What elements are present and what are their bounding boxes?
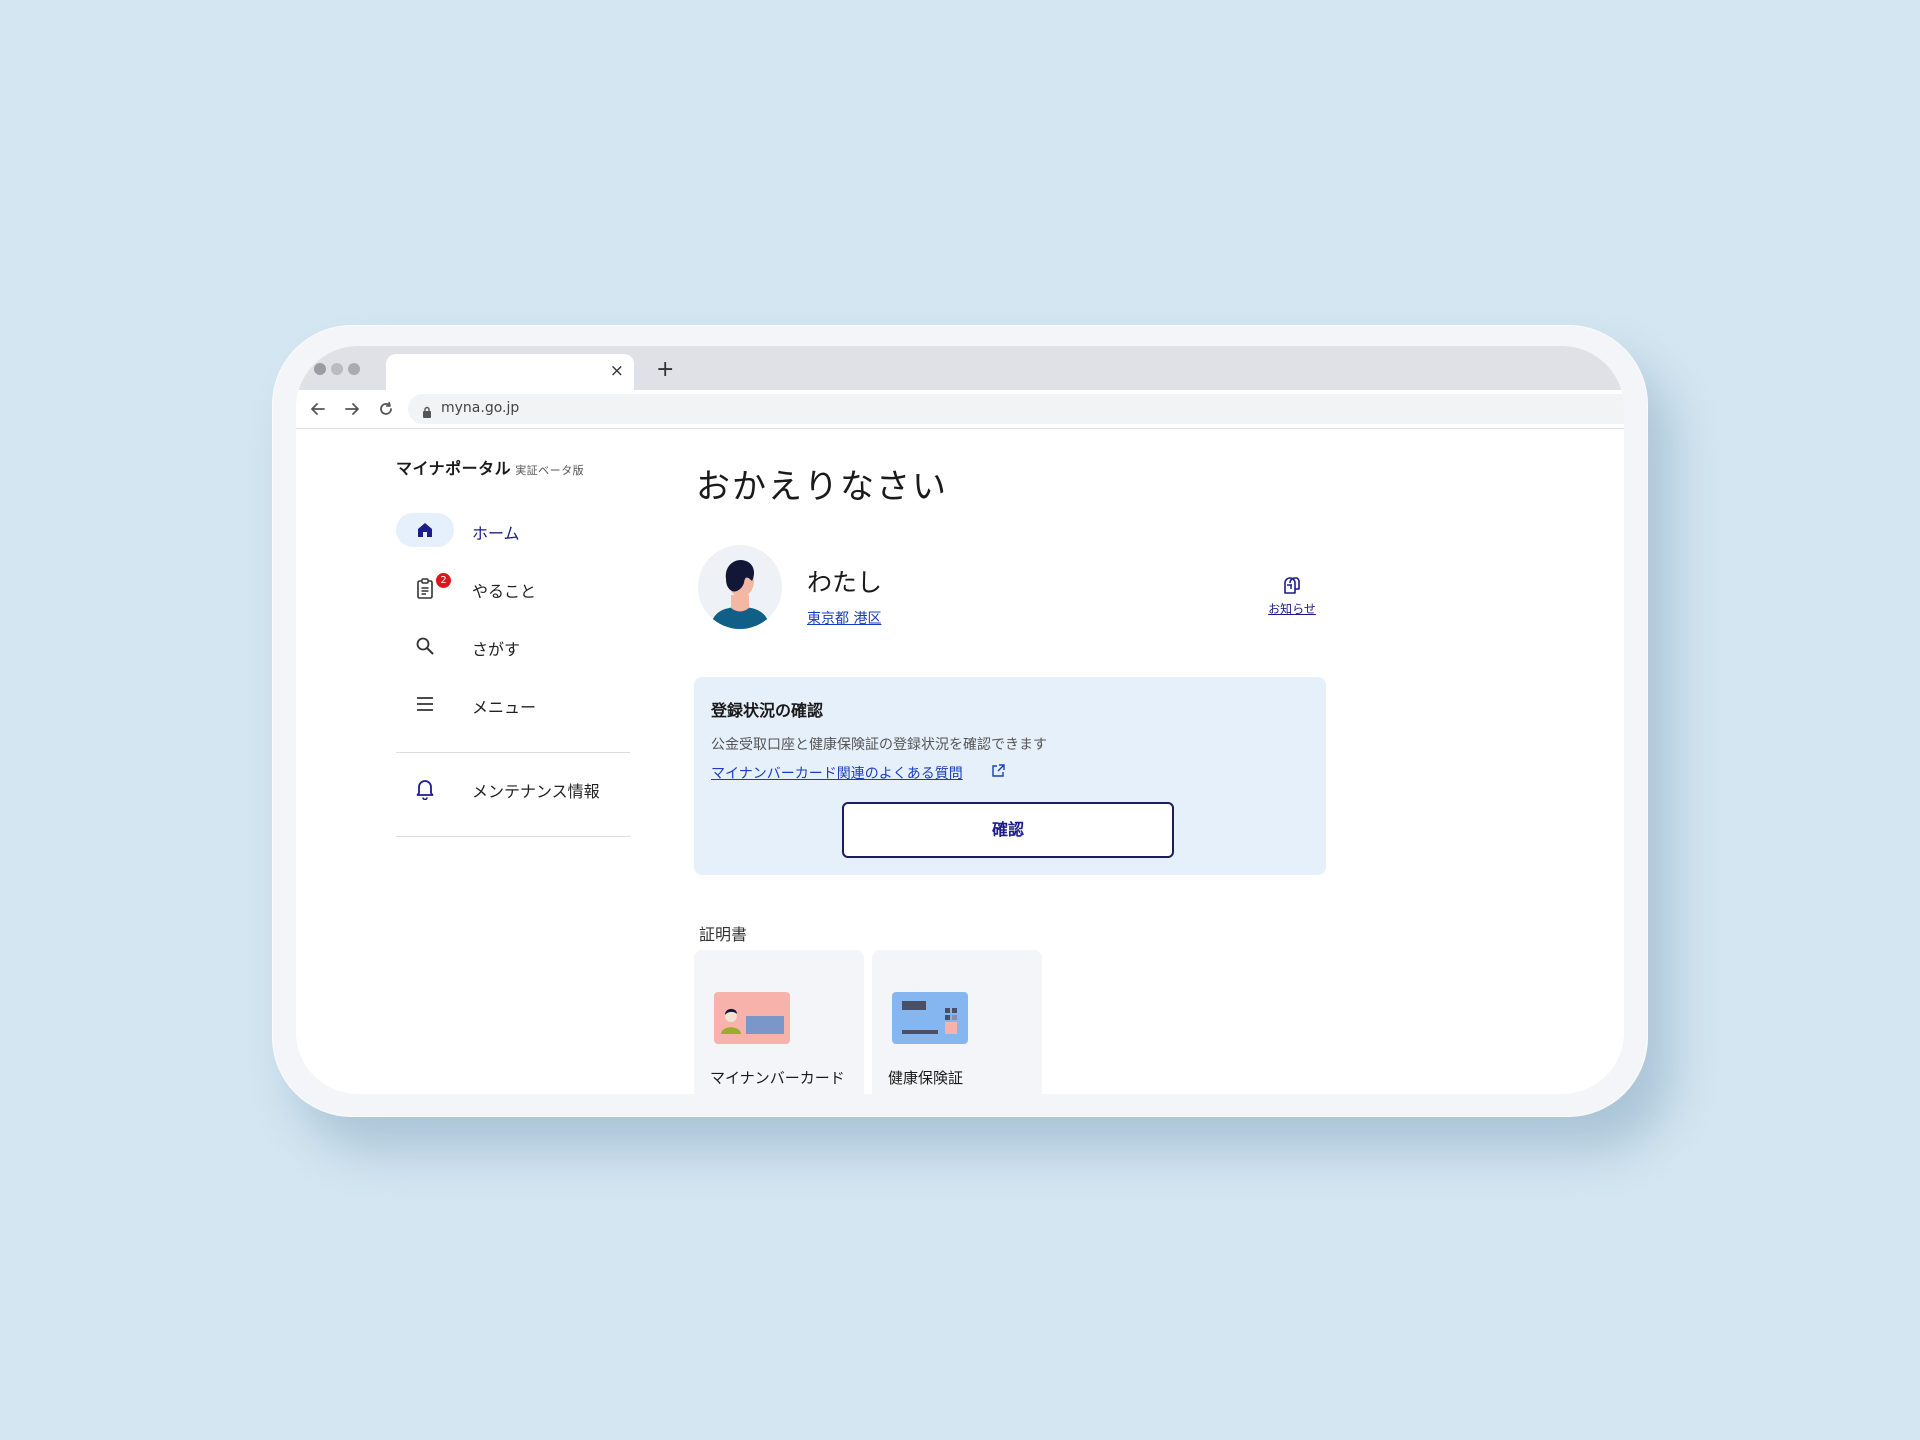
sidebar-item-label: メニュー (472, 698, 537, 717)
user-location-link[interactable]: 東京都 港区 (807, 608, 881, 628)
reload-icon[interactable] (376, 399, 396, 419)
forward-arrow-icon[interactable] (342, 399, 362, 419)
address-bar[interactable]: myna.go.jp (408, 394, 1624, 424)
tab-close-icon[interactable]: × (610, 360, 624, 382)
avatar[interactable] (698, 545, 782, 629)
lock-icon (422, 403, 432, 422)
browser-tab[interactable]: × (386, 354, 634, 390)
menu-icon (396, 687, 454, 721)
user-name: わたし (807, 568, 883, 597)
sidebar-item-maintenance[interactable]: メンテナンス情報 (396, 771, 631, 807)
url-text: myna.go.jp (441, 400, 520, 416)
sidebar-item-menu[interactable]: メニュー (396, 687, 631, 723)
new-tab-button[interactable]: + (656, 359, 674, 381)
sidebar-divider (396, 836, 630, 837)
sidebar-divider (396, 752, 630, 753)
back-arrow-icon[interactable] (308, 399, 328, 419)
cert-label: 健康保険証 (888, 1069, 964, 1087)
cert-label: マイナンバーカード (710, 1069, 845, 1087)
tab-bar: × + (296, 346, 1624, 390)
sidebar-item-label: ホーム (472, 524, 520, 543)
mailbox-icon (1284, 577, 1300, 594)
mynumber-card-icon (714, 992, 790, 1048)
sidebar-item-label: さがす (472, 640, 521, 659)
registration-status-card: 登録状況の確認 公金受取口座と健康保険証の登録状況を確認できます マイナンバーカ… (694, 677, 1326, 875)
brand-sub: 実証ベータ版 (515, 464, 585, 477)
health-insurance-card-icon (892, 992, 968, 1048)
sidebar-item-label: やること (472, 582, 537, 601)
sidebar-item-label: メンテナンス情報 (472, 782, 600, 801)
card-description: 公金受取口座と健康保険証の登録状況を確認できます (711, 737, 1047, 753)
mynumber-card-tile[interactable]: マイナンバーカード (694, 950, 864, 1094)
page-title: おかえりなさい (696, 467, 948, 507)
page-content: マイナポータル 実証ベータ版 ホーム 2 やること さがす メニュー メンテナン… (296, 429, 1624, 1094)
notice-button[interactable]: お知らせ (1264, 575, 1320, 616)
brand-name: マイナポータル (396, 459, 512, 478)
browser-window: × + myna.go.jp マイナポータル 実証ベータ版 ホーム 2 やること… (296, 346, 1624, 1094)
search-icon (396, 629, 454, 663)
certificates-heading: 証明書 (699, 925, 748, 944)
bell-icon (396, 771, 454, 805)
home-icon (396, 513, 454, 547)
sidebar-item-search[interactable]: さがす (396, 629, 631, 665)
health-insurance-tile[interactable]: 健康保険証 (872, 950, 1042, 1094)
card-title: 登録状況の確認 (711, 701, 824, 720)
todo-badge: 2 (436, 573, 451, 588)
browser-toolbar: myna.go.jp (296, 390, 1624, 429)
notice-label: お知らせ (1268, 602, 1316, 616)
window-maximize-dot[interactable] (348, 363, 360, 375)
faq-link[interactable]: マイナンバーカード関連のよくある質問 (711, 763, 963, 783)
window-minimize-dot[interactable] (331, 363, 343, 375)
sidebar-item-home[interactable]: ホーム (396, 513, 631, 549)
confirm-button[interactable]: 確認 (842, 802, 1174, 858)
window-close-dot[interactable] (314, 363, 326, 375)
external-link-icon (991, 763, 1005, 782)
sidebar-item-todo[interactable]: 2 やること (396, 571, 631, 607)
site-logo[interactable]: マイナポータル 実証ベータ版 (396, 455, 584, 479)
